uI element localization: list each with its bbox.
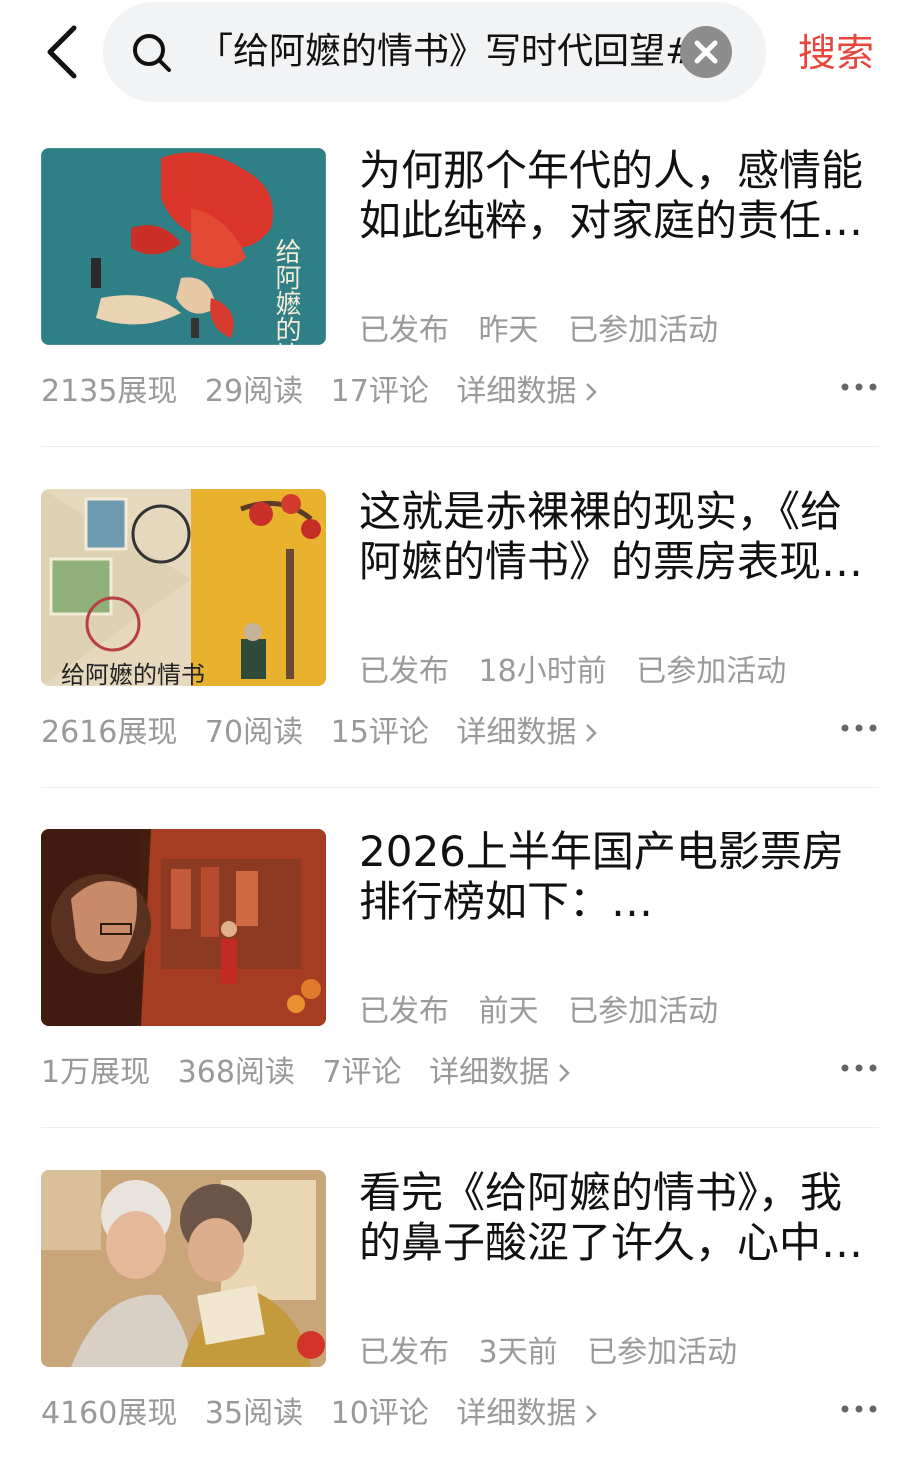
divider xyxy=(41,1127,879,1128)
article-thumbnail[interactable]: 给阿嬷的情 xyxy=(41,148,326,345)
article-meta: 已发布 前天 已参加活动 xyxy=(359,986,738,1030)
article-item[interactable]: 给阿嬷的情 为何那个年代的人，感情能如此纯粹，对家庭的责任… 已发布 昨天 已参… xyxy=(41,146,879,448)
detail-data-label: 详细数据 xyxy=(456,1396,577,1431)
detail-data-link[interactable]: 详细数据 xyxy=(456,715,600,750)
comments-count: 15评论 xyxy=(330,715,429,750)
publish-status: 已发布 xyxy=(359,313,449,348)
views-count: 2616展现 xyxy=(41,715,178,750)
comments-count: 10评论 xyxy=(330,1396,429,1431)
chevron-right-icon xyxy=(586,724,598,742)
chevron-right-icon xyxy=(559,1064,570,1082)
publish-status: 已发布 xyxy=(359,994,449,1029)
activity-status: 已参加活动 xyxy=(568,994,719,1029)
article-stats: 2616展现 70阅读 15评论 详细数据 xyxy=(41,707,618,751)
detail-data-label: 详细数据 xyxy=(456,374,577,409)
article-thumbnail[interactable] xyxy=(41,1170,326,1367)
more-options-icon[interactable] xyxy=(839,1400,879,1413)
more-options-icon[interactable] xyxy=(839,378,879,391)
views-count: 1万展现 xyxy=(41,1055,151,1090)
publish-time: 3天前 xyxy=(478,1335,558,1370)
search-icon xyxy=(131,32,173,74)
detail-data-label: 详细数据 xyxy=(456,715,577,750)
divider xyxy=(41,787,879,788)
detail-data-link[interactable]: 详细数据 xyxy=(456,374,600,409)
publish-status: 已发布 xyxy=(359,1335,449,1370)
article-title[interactable]: 为何那个年代的人，感情能如此纯粹，对家庭的责任… xyxy=(359,146,879,246)
search-input[interactable]: 「给阿嬷的情书》写时代回望# xyxy=(197,2,757,102)
article-item[interactable]: 给阿嬷的情书 这就是赤裸裸的现实，《给阿嬷的情书》的票房表现… 已发布 18小时… xyxy=(41,487,879,789)
more-options-icon[interactable] xyxy=(839,1059,879,1072)
article-thumbnail[interactable]: 给阿嬷的情书 xyxy=(41,489,326,686)
comments-count: 7评论 xyxy=(322,1055,402,1090)
reads-count: 29阅读 xyxy=(204,374,304,409)
publish-time: 前天 xyxy=(478,994,539,1029)
publish-time: 昨天 xyxy=(478,313,539,348)
reads-count: 368阅读 xyxy=(177,1055,295,1090)
search-box[interactable]: 「给阿嬷的情书》写时代回望# xyxy=(103,2,766,102)
publish-time: 18小时前 xyxy=(478,654,607,689)
article-item[interactable]: 看完《给阿嬷的情书》，我的鼻子酸涩了许久，心中… 已发布 3天前 已参加活动 4… xyxy=(41,1168,879,1470)
back-arrow-icon[interactable] xyxy=(40,22,90,82)
article-title[interactable]: 看完《给阿嬷的情书》，我的鼻子酸涩了许久，心中… xyxy=(359,1168,879,1268)
views-count: 4160展现 xyxy=(41,1396,178,1431)
chevron-right-icon xyxy=(586,1405,598,1423)
views-count: 2135展现 xyxy=(41,374,178,409)
article-stats: 1万展现 368阅读 7评论 详细数据 xyxy=(41,1047,591,1091)
detail-data-link[interactable]: 详细数据 xyxy=(456,1396,600,1431)
article-thumbnail[interactable] xyxy=(41,829,326,1026)
reads-count: 70阅读 xyxy=(204,715,304,750)
top-bar: 「给阿嬷的情书》写时代回望# 搜索 xyxy=(0,0,920,110)
divider xyxy=(41,446,879,447)
search-button[interactable]: 搜索 xyxy=(798,22,874,77)
comments-count: 17评论 xyxy=(330,374,429,409)
article-meta: 已发布 3天前 已参加活动 xyxy=(359,1327,757,1371)
detail-data-label: 详细数据 xyxy=(429,1055,550,1090)
chevron-right-icon xyxy=(586,383,598,401)
reads-count: 35阅读 xyxy=(204,1396,304,1431)
more-options-icon[interactable] xyxy=(839,719,879,732)
article-item[interactable]: 2026上半年国产电影票房排行榜如下：… 已发布 前天 已参加活动 1万展现 3… xyxy=(41,827,879,1129)
article-title[interactable]: 2026上半年国产电影票房排行榜如下：… xyxy=(359,827,879,927)
article-stats: 4160展现 35阅读 10评论 详细数据 xyxy=(41,1388,618,1432)
article-meta: 已发布 昨天 已参加活动 xyxy=(359,305,738,349)
clear-icon[interactable] xyxy=(680,26,732,78)
activity-status: 已参加活动 xyxy=(568,313,719,348)
thumbnail-title-text: 给阿嬷的情 xyxy=(271,238,301,345)
activity-status: 已参加活动 xyxy=(587,1335,738,1370)
activity-status: 已参加活动 xyxy=(636,654,787,689)
article-meta: 已发布 18小时前 已参加活动 xyxy=(359,646,806,690)
detail-data-link[interactable]: 详细数据 xyxy=(429,1055,573,1090)
article-title[interactable]: 这就是赤裸裸的现实，《给阿嬷的情书》的票房表现… xyxy=(359,487,879,587)
publish-status: 已发布 xyxy=(359,654,449,689)
thumbnail-title-text: 给阿嬷的情书 xyxy=(61,661,205,686)
article-stats: 2135展现 29阅读 17评论 详细数据 xyxy=(41,366,618,410)
